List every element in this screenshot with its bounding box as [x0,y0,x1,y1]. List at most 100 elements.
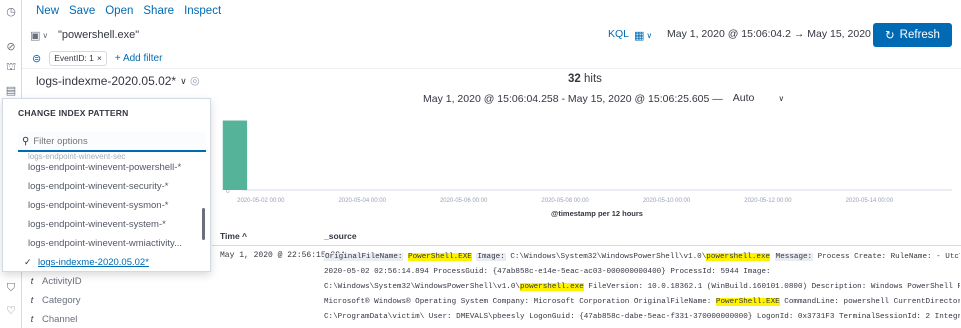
x-tick-label: 2020-05-10 00:00 [643,198,691,204]
field-text: 2020-05-02 02:56:14.894 ProcessGuid: {47… [324,268,771,276]
hits-count: 32 hits [568,73,602,85]
saved-query-icon: ▣ [30,29,41,42]
table-header: Time ^ _source [212,226,961,246]
interval-range: May 1, 2020 @ 15:06:04.258 - May 15, 202… [423,92,723,105]
list-item[interactable]: logs-endpoint-winevent-sysmon-* [28,196,168,215]
filter-options-input[interactable] [33,135,194,147]
hits-number: 32 [568,73,581,85]
field-key: OriginalFileName: [324,253,404,261]
popover-title: CHANGE INDEX PATTERN [18,108,129,118]
field-name: ActivityID [42,275,82,287]
list-item[interactable]: logs-endpoint-winevent-wmiactivity... [28,234,182,253]
field-text: C:\ProgramData\victim\ User: DMEVALS\pbe… [324,313,960,321]
field-item[interactable]: t Category [22,291,212,309]
chevron-down-icon: ∨ [778,93,785,103]
field-item[interactable]: t ActivityID [22,272,212,290]
divider [22,68,961,69]
filter-options-field[interactable]: ⚲ [18,132,206,152]
x-tick-label: 2020-05-02 00:00 [237,198,285,204]
field-text: CommandLine: powershell CurrentDirectory… [779,298,960,306]
source-line: 2020-05-02 02:56:14.894 ProcessGuid: {47… [324,265,960,280]
refresh-icon: ↻ [885,30,895,42]
filter-pill[interactable]: EventID: 1 × [49,50,107,66]
row-source: OriginalFileName: PowerShell.EXE Image: … [324,250,960,325]
histogram-chart: 3025201510502020-05-02 00:002020-05-04 0… [222,120,952,218]
source-line: Microsoft® Windows® Operating System Com… [324,295,960,310]
field-text: Microsoft® Windows® Operating System Com… [324,298,716,306]
field-name: Category [42,294,81,306]
field-key: Message: [774,253,814,261]
x-tick-label: 2020-05-06 00:00 [440,198,488,204]
field-text: C:\Windows\System32\WindowsPowerShell\v1… [505,253,707,261]
string-type-icon: t [30,295,34,305]
x-tick-label: 2020-05-14 00:00 [846,198,894,204]
date-picker-button[interactable]: ▦ ∨ [634,27,658,43]
index-pattern-label: logs-indexme-2020.05.02* [36,74,177,88]
highlight-term: powershell.exe [706,253,771,261]
string-type-icon: t [30,276,34,286]
field-text: C:\Windows\System32\WindowsPowerShell\v1… [324,283,520,291]
x-axis-label: @timestamp per 12 hours [551,209,643,218]
open-link[interactable]: Open [105,5,133,17]
x-tick-label: 2020-05-04 00:00 [339,198,387,204]
list-item[interactable]: logs-endpoint-winevent-security-* [28,177,168,196]
list-item-selected[interactable]: ✓ logs-indexme-2020.05.02* [24,253,149,271]
check-icon: ✓ [24,257,32,267]
top-menu: New Save Open Share Inspect [22,0,961,22]
share-link[interactable]: Share [143,5,174,17]
discover-compass-icon[interactable]: ⊘ [0,38,22,54]
list-item[interactable]: logs-endpoint-winevent-system-* [28,215,166,234]
chevron-down-icon: ∨ [42,30,49,40]
collapse-sidebar-icon[interactable]: ◎ [190,74,200,87]
source-line: OriginalFileName: PowerShell.EXE Image: … [324,250,960,265]
field-text: FileVersion: 10.0.18362.1 (WinBuild.1601… [583,283,960,291]
field-name: Channel [42,313,78,325]
security-shield-icon[interactable]: ⛉ [0,280,22,296]
inspect-link[interactable]: Inspect [184,5,221,17]
save-link[interactable]: Save [69,5,95,17]
highlight-term: PowerShell.EXE [715,298,780,306]
filter-options-icon[interactable]: ⊜ [32,52,41,65]
source-column-header: _source [324,231,357,241]
highlight-term: powershell.exe [519,283,584,291]
calendar-icon: ▦ [634,29,645,42]
field-text [770,253,775,261]
recent-clock-icon[interactable]: ◷ [0,3,22,19]
query-bar: ▣ ∨ KQL ▦ ∨ May 1, 2020 @ 15:06:04.2 → M… [22,22,961,48]
chevron-down-icon: ∨ [180,75,187,86]
refresh-label: Refresh [899,29,940,41]
saved-query-button[interactable]: ▣ ∨ [30,26,54,44]
interval-value: Auto [732,92,755,104]
kql-toggle[interactable]: KQL [608,28,629,40]
field-item[interactable]: t Channel [22,310,212,328]
index-pattern-selector[interactable]: logs-indexme-2020.05.02* ∨ [36,74,187,88]
visualize-icon[interactable]: ⛫ [0,60,22,76]
search-input[interactable] [58,26,598,44]
index-pattern-list: logs-endpoint-winevent-sec logs-endpoint… [18,153,208,271]
highlight-term: PowerShell.EXE [408,253,472,261]
histogram-bar [222,120,248,190]
x-tick-label: 2020-05-12 00:00 [744,198,792,204]
filter-pill-label: EventID: 1 [54,53,94,63]
add-filter-button[interactable]: + Add filter [115,53,163,64]
refresh-button[interactable]: ↻ Refresh [873,23,952,47]
close-icon[interactable]: × [97,53,102,63]
scrollbar[interactable] [202,208,205,240]
hits-label: hits [584,73,602,85]
interval-select[interactable]: Auto ∨ [733,92,784,105]
list-item[interactable]: logs-endpoint-winevent-powershell-* [28,158,181,177]
source-line: C:\ProgramData\victim\ User: DMEVALS\pbe… [324,310,960,325]
uptime-icon[interactable]: ♡ [0,302,22,318]
x-tick-label: 2020-05-08 00:00 [541,198,589,204]
filter-bar: ⊜ EventID: 1 × + Add filter [22,48,961,68]
time-column-header[interactable]: Time ^ [220,231,247,241]
interval-row: May 1, 2020 @ 15:06:04.258 - May 15, 202… [423,92,784,105]
search-icon: ⚲ [22,135,30,147]
field-key: Image: [476,253,506,261]
new-link[interactable]: New [36,5,59,17]
chevron-down-icon: ∨ [646,30,653,40]
field-text: Process Create: RuleName: - UtcTime: [817,253,960,261]
change-index-pattern-popover: CHANGE INDEX PATTERN ⚲ logs-endpoint-win… [2,98,211,272]
list-item-label: logs-indexme-2020.05.02* [38,257,149,268]
dashboard-icon[interactable]: ▤ [0,82,22,98]
